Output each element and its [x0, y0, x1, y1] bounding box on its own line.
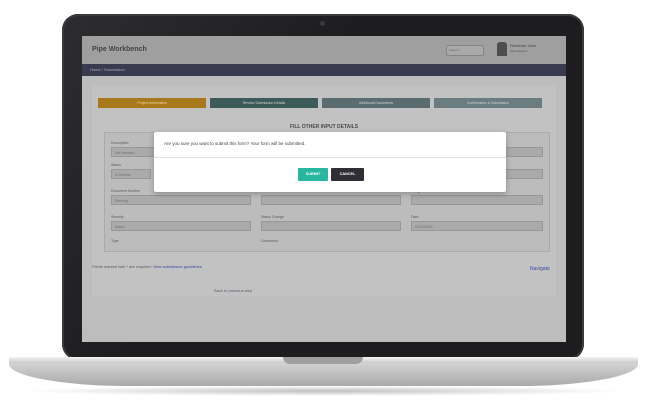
severity-field[interactable]: Active: [111, 221, 251, 231]
date-field[interactable]: 12/02/2020: [411, 221, 543, 231]
field-label: Comments: [261, 239, 278, 243]
laptop-notch: [283, 357, 363, 364]
app-title: Pipe Workbench: [92, 46, 147, 53]
confirm-dialog: Are you sure you want to submit this for…: [154, 132, 506, 192]
search-input[interactable]: Search...: [446, 45, 484, 56]
user-name: Reviewer User: [510, 43, 537, 48]
dialog-message: Are you sure you want to submit this for…: [164, 141, 306, 146]
section-heading: FILL OTHER INPUT DETAILS: [289, 124, 359, 130]
field-label: Type: [111, 239, 119, 243]
dialog-divider: [154, 157, 506, 158]
field-label: Status: [111, 163, 121, 167]
status-change-field[interactable]: [261, 221, 401, 231]
step-tab-1[interactable]: Project Information: [98, 98, 206, 108]
submit-button[interactable]: SUBMIT: [298, 168, 328, 181]
field-label: Severity: [111, 215, 124, 219]
user-role: Administrator: [510, 49, 528, 53]
field-label: Description: [111, 141, 129, 145]
assigned-to-field[interactable]: [411, 195, 543, 205]
status-select[interactable]: In Review: [111, 169, 151, 179]
footer-note: Fields marked with * are required. View …: [92, 264, 202, 269]
step-tab-4[interactable]: Confirmation & Submission: [434, 98, 542, 108]
laptop-screen: Pipe Workbench Search... Reviewer User A…: [82, 36, 566, 342]
guidelines-link[interactable]: View submission guidelines: [153, 264, 202, 269]
breadcrumb[interactable]: Home / Submission: [90, 67, 125, 72]
footer-note-text: Fields marked with * are required.: [92, 264, 153, 269]
field-label: Date: [411, 215, 419, 219]
cancel-button[interactable]: CANCEL: [331, 168, 364, 181]
avatar[interactable]: [497, 42, 507, 56]
navigate-link[interactable]: Navigate: [530, 266, 550, 272]
step-tab-3[interactable]: Additional Documents: [322, 98, 430, 108]
field-label: Document Number: [111, 189, 141, 193]
step-tab-2[interactable]: Review Submission Details: [210, 98, 318, 108]
back-link[interactable]: Back to previous step: [214, 288, 252, 293]
nav-bar: Home / Submission: [82, 64, 566, 76]
laptop-shadow: [20, 386, 627, 396]
camera-icon: [320, 21, 325, 26]
field-label: Status Change: [261, 215, 285, 219]
document-number-field[interactable]: Pending: [111, 195, 251, 205]
revision-number-field[interactable]: [261, 195, 401, 205]
app-header: Pipe Workbench Search... Reviewer User A…: [82, 36, 566, 65]
